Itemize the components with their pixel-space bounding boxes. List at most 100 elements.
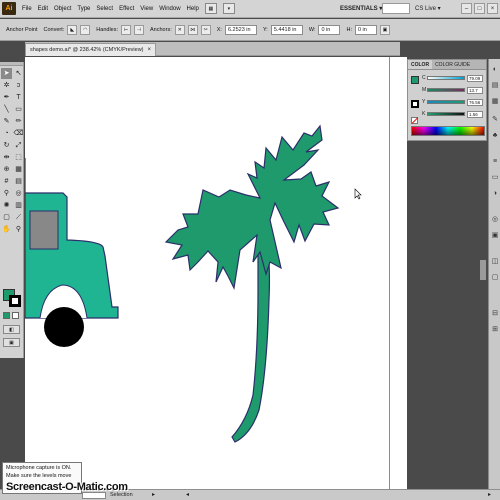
color-mode-icon[interactable]: [3, 312, 10, 319]
document-tab[interactable]: shapes demo.ai* @ 238.42% (CMYK/Preview)…: [25, 43, 157, 56]
gradient-tool-icon[interactable]: ▤: [13, 176, 24, 187]
hand-tool-icon[interactable]: ✋: [1, 224, 12, 235]
cut-path-icon[interactable]: ✂: [200, 24, 211, 35]
artboards-icon[interactable]: ▢: [490, 273, 500, 283]
color-panel-icon[interactable]: ◐: [490, 65, 500, 75]
rectangle-tool-icon[interactable]: ▭: [13, 104, 24, 115]
mesh-tool-icon[interactable]: #: [1, 176, 12, 187]
color-guide-icon[interactable]: ▤: [490, 81, 500, 91]
tab-close-icon[interactable]: ×: [148, 47, 152, 53]
scroll-left-icon[interactable]: ◂: [186, 491, 189, 498]
hide-handles-icon[interactable]: ⊣: [134, 24, 145, 35]
appearance-icon[interactable]: ◎: [490, 215, 500, 225]
scale-tool-icon[interactable]: ⤢: [13, 140, 24, 151]
tab-color[interactable]: COLOR: [408, 60, 433, 69]
shape-builder-tool-icon[interactable]: ⊕: [1, 164, 12, 175]
type-tool-icon[interactable]: T: [13, 92, 24, 103]
black-value[interactable]: 1.56: [467, 110, 483, 118]
perspective-grid-tool-icon[interactable]: ▦: [13, 164, 24, 175]
truck-wheel[interactable]: [44, 307, 84, 347]
stroke-icon[interactable]: ≡: [490, 157, 500, 167]
layers-icon[interactable]: ◫: [490, 257, 500, 267]
free-transform-tool-icon[interactable]: ⬚: [13, 152, 24, 163]
cyan-value[interactable]: 79.09: [467, 74, 483, 82]
lasso-tool-icon[interactable]: ↄ: [13, 80, 24, 91]
menu-select[interactable]: Select: [96, 6, 113, 12]
menu-view[interactable]: View: [140, 6, 153, 12]
gradient-icon[interactable]: ▭: [490, 173, 500, 183]
slice-tool-icon[interactable]: ⟋: [13, 212, 24, 223]
color-spectrum[interactable]: [411, 126, 485, 136]
magenta-value[interactable]: 13.7: [467, 86, 483, 94]
none-color-swatch[interactable]: [411, 117, 418, 124]
menu-object[interactable]: Object: [54, 6, 71, 12]
help-search-input[interactable]: [382, 3, 410, 14]
cyan-slider[interactable]: [427, 76, 465, 80]
brushes-icon[interactable]: ✎: [490, 115, 500, 125]
paintbrush-tool-icon[interactable]: ✎: [1, 116, 12, 127]
menu-edit[interactable]: Edit: [38, 6, 48, 12]
close-icon[interactable]: ×: [487, 3, 498, 14]
yellow-slider[interactable]: [427, 100, 465, 104]
tab-color-guide[interactable]: COLOR GUIDE: [432, 60, 473, 69]
palm-leaves[interactable]: [164, 124, 340, 290]
x-field[interactable]: 6.2523 in: [224, 24, 257, 35]
maximize-icon[interactable]: □: [474, 3, 485, 14]
yellow-value[interactable]: 76.56: [467, 98, 483, 106]
zoom-tool-icon[interactable]: ⚲: [13, 224, 24, 235]
workspace-switcher[interactable]: ESSENTIALS ▾: [340, 3, 382, 14]
transform-panel-icon[interactable]: ▣: [379, 24, 390, 35]
color-panel-fill-swatch[interactable]: [411, 76, 419, 84]
artboard-tool-icon[interactable]: ▢: [1, 212, 12, 223]
symbols-icon[interactable]: ♣: [490, 131, 500, 141]
none-mode-icon[interactable]: [12, 312, 19, 319]
vertical-scrollbar-thumb[interactable]: [480, 260, 486, 280]
menu-effect[interactable]: Effect: [119, 6, 134, 12]
arrange-documents-icon[interactable]: ▾: [222, 3, 235, 14]
magenta-slider[interactable]: [427, 88, 465, 92]
selection-tool-icon[interactable]: ➤: [1, 68, 12, 79]
black-slider[interactable]: [427, 112, 465, 116]
artboard-canvas[interactable]: [25, 57, 390, 489]
symbol-sprayer-tool-icon[interactable]: ✺: [1, 200, 12, 211]
convert-corner-icon[interactable]: ◣: [67, 24, 78, 35]
zoom-field[interactable]: [82, 492, 106, 499]
rotate-tool-icon[interactable]: ↻: [1, 140, 12, 151]
h-field[interactable]: 0 in: [354, 24, 377, 35]
cs-live-button[interactable]: CS Live ▾: [415, 3, 441, 14]
show-handles-icon[interactable]: ⊢: [121, 24, 132, 35]
pathfinder-icon[interactable]: ⊞: [490, 325, 500, 335]
draw-mode-icon[interactable]: ◧: [3, 325, 20, 334]
scroll-right-icon[interactable]: ▸: [488, 491, 491, 498]
direct-selection-tool-icon[interactable]: ↖: [13, 68, 24, 79]
menu-help[interactable]: Help: [187, 6, 199, 12]
menu-window[interactable]: Window: [159, 6, 180, 12]
stroke-swatch[interactable]: [9, 295, 21, 307]
pencil-tool-icon[interactable]: ✏: [13, 116, 24, 127]
menu-file[interactable]: File: [22, 6, 32, 12]
status-next-icon[interactable]: ▸: [152, 491, 155, 498]
blob-brush-tool-icon[interactable]: ◔: [1, 128, 12, 139]
y-field[interactable]: 5.4418 in: [270, 24, 303, 35]
align-icon[interactable]: ⊟: [490, 309, 500, 319]
eyedropper-tool-icon[interactable]: ⚲: [1, 188, 12, 199]
column-graph-tool-icon[interactable]: ▥: [13, 200, 24, 211]
eraser-tool-icon[interactable]: ⌫: [13, 128, 24, 139]
magic-wand-tool-icon[interactable]: ✲: [1, 80, 12, 91]
line-tool-icon[interactable]: ╲: [1, 104, 12, 115]
color-panel-stroke-swatch[interactable]: [411, 100, 419, 108]
transparency-icon[interactable]: ◑: [490, 189, 500, 199]
menu-type[interactable]: Type: [77, 6, 90, 12]
truck-window[interactable]: [29, 210, 59, 250]
width-tool-icon[interactable]: ⇹: [1, 152, 12, 163]
blend-tool-icon[interactable]: ◎: [13, 188, 24, 199]
minimize-icon[interactable]: –: [461, 3, 472, 14]
bridge-icon[interactable]: ▦: [204, 3, 217, 14]
remove-anchor-icon[interactable]: ✕: [174, 24, 185, 35]
screen-mode-icon[interactable]: ▣: [3, 338, 20, 347]
connect-anchor-icon[interactable]: ⋈: [187, 24, 198, 35]
pen-tool-icon[interactable]: ✒: [1, 92, 12, 103]
graphic-styles-icon[interactable]: ▣: [490, 231, 500, 241]
w-field[interactable]: 0 in: [318, 24, 341, 35]
swatches-icon[interactable]: ▦: [490, 97, 500, 107]
